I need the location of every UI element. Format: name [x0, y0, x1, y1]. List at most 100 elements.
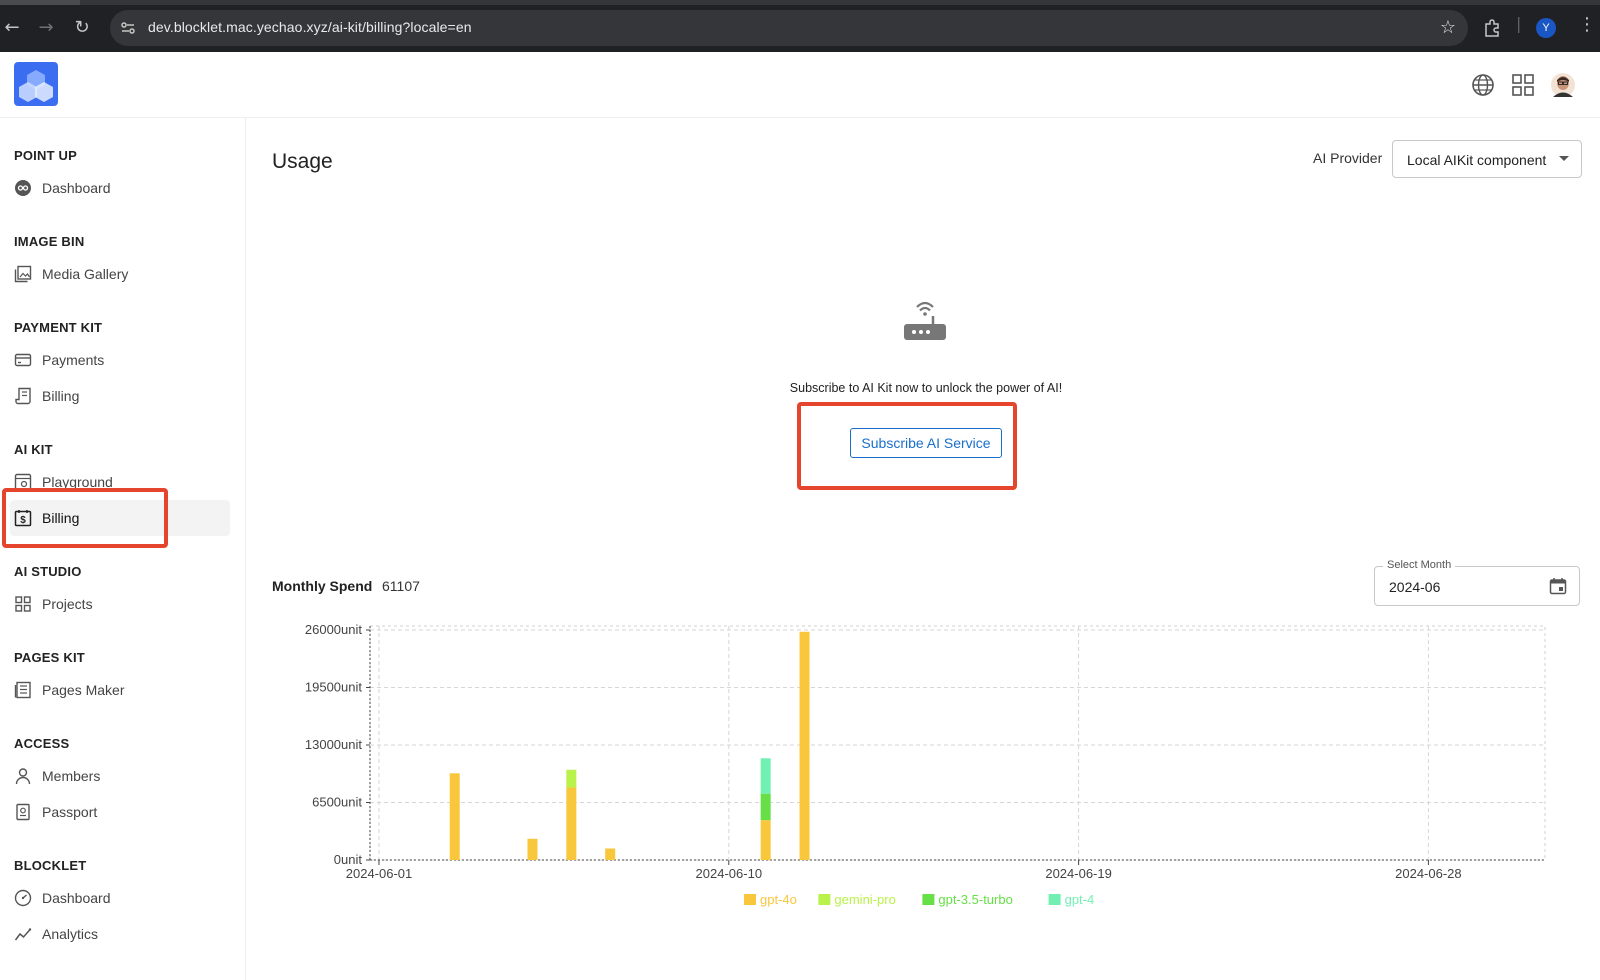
sidebar-group-point-up: POINT UP [14, 148, 77, 163]
select-month-value: 2024-06 [1389, 579, 1441, 595]
sidebar-group-payment-kit: PAYMENT KIT [14, 320, 103, 335]
sidebar-group-pages-kit: PAGES KIT [14, 650, 85, 665]
y-tick-label: 19500unit [305, 680, 362, 695]
monthly-spend-label: Monthly Spend [272, 578, 373, 594]
legend-label-gpt-3.5-turbo: gpt-3.5-turbo [938, 892, 1012, 907]
bar-gpt-4 [760, 758, 771, 794]
router-icon [904, 301, 946, 340]
sidebar: POINT UP Dashboard IMAGE BIN Media Galle… [0, 118, 246, 980]
legend-label-gpt-4: gpt-4 [1065, 892, 1095, 907]
apps-grid-icon[interactable] [1510, 72, 1536, 98]
sidebar-item-payment-billing[interactable]: Billing [10, 378, 230, 414]
highlight-annotation-billing [2, 488, 168, 548]
sidebar-item-label: Billing [42, 388, 80, 404]
bar-gpt-4o [605, 848, 616, 860]
sidebar-item-payments[interactable]: Payments [10, 342, 230, 378]
browser-toolbar: ← → ↻ dev.blocklet.mac.yechao.xyz/ai-kit… [0, 0, 1600, 52]
monthly-spend-chart: 0unit 6500unit 13000unit 19500unit 26000unit… [305, 622, 1546, 907]
sidebar-item-label: Dashboard [42, 180, 111, 196]
sidebar-item-point-up-dashboard[interactable]: Dashboard [10, 170, 230, 206]
bar-gpt-4o [566, 787, 577, 860]
select-month-label: Select Month [1383, 559, 1456, 571]
ai-provider-label: AI Provider [1313, 150, 1383, 166]
sidebar-item-passport[interactable]: Passport [10, 794, 230, 830]
bar-gpt-4o [527, 838, 538, 860]
sidebar-group-access: ACCESS [14, 736, 70, 751]
y-tick-label: 26000unit [305, 622, 362, 637]
ai-provider-select[interactable]: Local AIKit component [1392, 140, 1582, 178]
sidebar-item-label: Dashboard [42, 890, 111, 906]
sidebar-item-pages-maker[interactable]: Pages Maker [10, 672, 230, 708]
bookmark-star-icon[interactable]: ☆ [1440, 17, 1456, 38]
sidebar-item-label: Passport [42, 804, 98, 820]
card-icon [14, 353, 32, 367]
ai-provider-value: Local AIKit component [1407, 152, 1547, 168]
site-settings-icon[interactable] [120, 20, 136, 36]
receipt-icon [15, 387, 31, 405]
x-tick-label: 2024-06-28 [1395, 866, 1462, 881]
sidebar-item-blocklet-dashboard[interactable]: Dashboard [10, 880, 230, 916]
select-month-field[interactable]: Select Month 2024-06 [1374, 559, 1580, 606]
sidebar-item-members[interactable]: Members [10, 758, 230, 794]
legend-label-gpt-4o: gpt-4o [760, 892, 797, 907]
sidebar-item-label: Analytics [42, 926, 99, 942]
person-icon [15, 768, 31, 785]
chevron-down-icon [1559, 156, 1569, 161]
address-bar[interactable]: dev.blocklet.mac.yechao.xyz/ai-kit/billi… [110, 10, 1468, 46]
sidebar-item-label: Payments [42, 352, 105, 368]
sidebar-item-media-gallery[interactable]: Media Gallery [10, 256, 230, 292]
pages-icon [14, 681, 31, 699]
bar-gpt-4o [449, 773, 460, 860]
x-tick-label: 2024-06-19 [1045, 866, 1112, 881]
legend-swatch-gemini-pro [818, 894, 831, 905]
toolbar-divider: | [1516, 14, 1522, 33]
sidebar-group-ai-kit: AI KIT [14, 442, 53, 457]
extensions-icon[interactable] [1482, 18, 1502, 38]
reload-icon[interactable]: ↻ [70, 16, 94, 40]
url-text[interactable]: dev.blocklet.mac.yechao.xyz/ai-kit/billi… [148, 19, 472, 35]
legend-label-gemini-pro: gemini-pro [834, 892, 895, 907]
profile-avatar[interactable]: Y [1536, 18, 1556, 38]
sidebar-group-ai-studio: AI STUDIO [14, 564, 82, 579]
legend-swatch-gpt-4 [1048, 894, 1061, 905]
gallery-icon [14, 265, 32, 283]
sidebar-item-label: Pages Maker [42, 682, 125, 698]
monthly-spend-value: 61107 [382, 578, 420, 594]
page-title: Usage [272, 150, 333, 173]
sidebar-item-label: Members [42, 768, 101, 784]
x-tick-label: 2024-06-01 [346, 866, 413, 881]
bar-gemini-pro [566, 769, 577, 788]
sidebar-item-analytics[interactable]: Analytics [10, 916, 230, 952]
y-tick-label: 6500unit [312, 795, 362, 810]
tab-strip [0, 0, 1600, 5]
y-tick-label: 13000unit [305, 737, 362, 752]
y-tick-label: 0unit [334, 852, 363, 867]
active-tab[interactable] [0, 0, 80, 5]
legend-swatch-gpt-4o [744, 894, 756, 905]
sidebar-item-label: Projects [42, 596, 93, 612]
bar-gpt-3.5-turbo [760, 793, 771, 821]
language-globe-icon[interactable] [1470, 72, 1496, 98]
blocklet-logo[interactable] [14, 62, 58, 106]
sidebar-item-projects[interactable]: Projects [10, 586, 230, 622]
plot-area-frame [369, 625, 1546, 861]
sidebar-item-label: Media Gallery [42, 266, 129, 282]
passport-icon [16, 803, 30, 821]
user-avatar[interactable] [1550, 72, 1576, 98]
browser-menu-icon[interactable]: ⋮ [1578, 14, 1596, 35]
highlight-annotation-subscribe [797, 402, 1017, 490]
calendar-icon[interactable] [1549, 577, 1567, 595]
main-content: Usage AI Provider Local AIKit component … [246, 118, 1600, 980]
bar-gpt-4o [799, 631, 810, 860]
forward-icon[interactable]: → [34, 16, 58, 40]
sidebar-group-image-bin: IMAGE BIN [14, 234, 85, 249]
app-header [0, 52, 1600, 118]
sidebar-group-blocklet: BLOCKLET [14, 858, 87, 873]
grid-icon [15, 596, 31, 612]
bar-gpt-4o [760, 820, 771, 860]
analytics-icon [14, 928, 32, 941]
gauge-icon [14, 889, 32, 907]
dashboard-icon [15, 180, 31, 196]
back-icon[interactable]: ← [0, 16, 24, 40]
subscribe-message: Subscribe to AI Kit now to unlock the po… [789, 381, 1063, 395]
